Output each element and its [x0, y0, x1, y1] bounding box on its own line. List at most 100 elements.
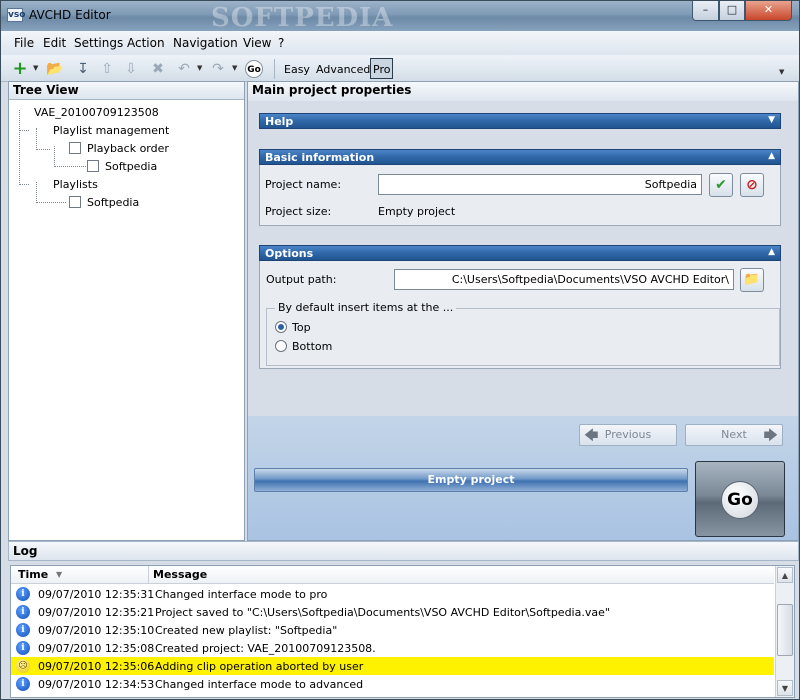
radio-top-label: Top [292, 321, 311, 334]
scroll-up-icon[interactable]: ▲ [777, 567, 793, 583]
redo-icon[interactable]: ↷ [209, 60, 227, 78]
mode-pro[interactable]: Pro [370, 58, 394, 79]
log-pane: Log Time ▼ Message i 09/07/2010 12:35:31… [8, 541, 799, 699]
log-row[interactable]: i 09/07/2010 12:34:53 Changed interface … [11, 675, 774, 693]
toolbar-overflow-icon[interactable]: ▼ [779, 68, 784, 76]
info-icon: i [16, 641, 30, 655]
column-message[interactable]: Message [153, 568, 207, 581]
log-time: 09/07/2010 12:35:10 [38, 624, 155, 637]
menu-edit[interactable]: Edit [43, 36, 66, 50]
playback-softpedia-checkbox[interactable] [87, 160, 99, 172]
tree-line [36, 128, 50, 150]
move-down-icon[interactable]: ⇩ [122, 60, 140, 78]
log-row[interactable]: i 09/07/2010 12:35:08 Created project: V… [11, 639, 774, 657]
playlist-softpedia-checkbox[interactable] [69, 196, 81, 208]
help-section-header[interactable]: Help ▼ [259, 113, 781, 129]
project-size-label: Project size: [265, 205, 332, 218]
title-bar[interactable]: vso AVCHD Editor SOFTPEDIA – □ ✕ [1, 1, 799, 33]
menu-view[interactable]: View [243, 36, 271, 50]
next-button[interactable]: Next 🡆 [685, 424, 783, 446]
log-list: Time ▼ Message i 09/07/2010 12:35:31 Cha… [10, 565, 795, 698]
log-message: Changed interface mode to pro [155, 588, 328, 601]
delete-icon[interactable]: ✖ [149, 60, 167, 78]
log-row[interactable]: i 09/07/2010 12:35:21 Project saved to "… [11, 603, 774, 621]
go-icon[interactable]: Go [245, 60, 263, 78]
save-icon[interactable]: ↧ [74, 60, 92, 78]
log-time: 09/07/2010 12:35:21 [38, 606, 155, 619]
log-message: Created project: VAE_20100709123508. [155, 642, 376, 655]
scroll-down-icon[interactable]: ▼ [777, 680, 793, 696]
menu-navigation[interactable]: Navigation [173, 36, 238, 50]
project-name-field[interactable]: Softpedia [378, 174, 702, 195]
toolbar-separator [274, 59, 275, 79]
scroll-thumb[interactable] [777, 604, 793, 656]
radio-top[interactable]: Top [275, 321, 311, 334]
tree-line [19, 110, 29, 185]
mode-easy[interactable]: Easy [284, 63, 310, 76]
log-row[interactable]: i 09/07/2010 12:35:10 Created new playli… [11, 621, 774, 639]
output-path-field[interactable]: C:\Users\Softpedia\Documents\VSO AVCHD E… [394, 269, 734, 290]
insert-position-label: By default insert items at the ... [275, 301, 457, 314]
tree-node-playlist-softpedia[interactable]: Softpedia [69, 196, 139, 209]
undo-dropdown-icon[interactable]: ▼ [197, 64, 202, 72]
previous-button[interactable]: 🡄 Previous [579, 424, 677, 446]
go-button[interactable]: Go [695, 461, 785, 537]
playlist-softpedia-label: Softpedia [87, 196, 140, 209]
add-dropdown-icon[interactable]: ▼ [33, 64, 38, 72]
collapse-icon: ▲ [768, 151, 775, 161]
log-title: Log [8, 541, 799, 561]
undo-icon[interactable]: ↶ [175, 60, 193, 78]
maximize-button[interactable]: □ [719, 1, 745, 21]
tree-node-playlists[interactable]: Playlists [53, 178, 98, 191]
playback-order-checkbox[interactable] [69, 142, 81, 154]
minimize-button[interactable]: – [692, 1, 719, 21]
help-section-label: Help [265, 115, 294, 128]
radio-top-indicator[interactable] [275, 321, 287, 333]
tree-node-playlist-management[interactable]: Playlist management [53, 124, 169, 137]
open-folder-icon[interactable]: 📂 [46, 60, 64, 78]
add-icon[interactable]: + [11, 60, 29, 78]
smiley-warning-icon: ☹ [16, 659, 30, 673]
move-up-icon[interactable]: ⇧ [98, 60, 116, 78]
menu-settings[interactable]: Settings [74, 36, 123, 50]
menu-action[interactable]: Action [127, 36, 165, 50]
go-button-label: Go [721, 481, 759, 519]
project-status-bar: Empty project [254, 468, 688, 492]
arrow-right-icon: 🡆 [763, 428, 778, 444]
sort-indicator-icon: ▼ [56, 570, 63, 579]
column-time[interactable]: Time [18, 568, 48, 581]
radio-bottom[interactable]: Bottom [275, 340, 332, 353]
project-size-value: Empty project [378, 205, 456, 218]
cancel-icon[interactable]: ⊘ [740, 173, 764, 197]
tree-view-title: Tree View [9, 82, 244, 100]
toolbar: + ▼ 📂 ↧ ⇧ ⇩ ✖ ↶ ▼ ↷ ▼ Go Easy Advanced P… [1, 55, 799, 82]
main-body: Help ▼ Basic information ▲ Project name:… [248, 101, 798, 416]
menu-file[interactable]: File [14, 36, 34, 50]
basic-info-section: Project name: Softpedia ✔ ⊘ Project size… [259, 165, 781, 226]
redo-dropdown-icon[interactable]: ▼ [232, 64, 237, 72]
basic-info-section-header[interactable]: Basic information ▲ [259, 149, 781, 165]
tree-node-playback-order[interactable]: Playback order [69, 142, 169, 155]
tree-node-playback-softpedia[interactable]: Softpedia [87, 160, 157, 173]
log-time: 09/07/2010 12:34:53 [38, 678, 155, 691]
browse-folder-icon[interactable]: 📁 [740, 268, 764, 292]
log-row[interactable]: i 09/07/2010 12:35:31 Changed interface … [11, 585, 774, 603]
log-row-warning[interactable]: ☹ 09/07/2010 12:35:06 Adding clip operat… [11, 657, 774, 675]
info-icon: i [16, 587, 30, 601]
watermark: SOFTPEDIA [211, 3, 394, 33]
log-message: Adding clip operation aborted by user [155, 660, 364, 673]
app-icon: vso [7, 8, 26, 22]
menu-help[interactable]: ? [278, 36, 284, 50]
log-scrollbar[interactable]: ▲ ▼ [775, 566, 794, 697]
options-section-header[interactable]: Options ▲ [259, 245, 781, 261]
close-button[interactable]: ✕ [745, 1, 792, 21]
log-message: Created new playlist: "Softpedia" [155, 624, 338, 637]
tree-view-pane: Tree View VAE_20100709123508 Playlist ma… [8, 81, 245, 541]
radio-bottom-indicator[interactable] [275, 340, 287, 352]
basic-info-section-label: Basic information [265, 151, 375, 164]
accept-icon[interactable]: ✔ [709, 173, 733, 197]
previous-label: Previous [604, 428, 652, 441]
playback-softpedia-label: Softpedia [105, 160, 158, 173]
tree-node-project[interactable]: VAE_20100709123508 [34, 106, 159, 119]
mode-advanced[interactable]: Advanced [316, 63, 370, 76]
